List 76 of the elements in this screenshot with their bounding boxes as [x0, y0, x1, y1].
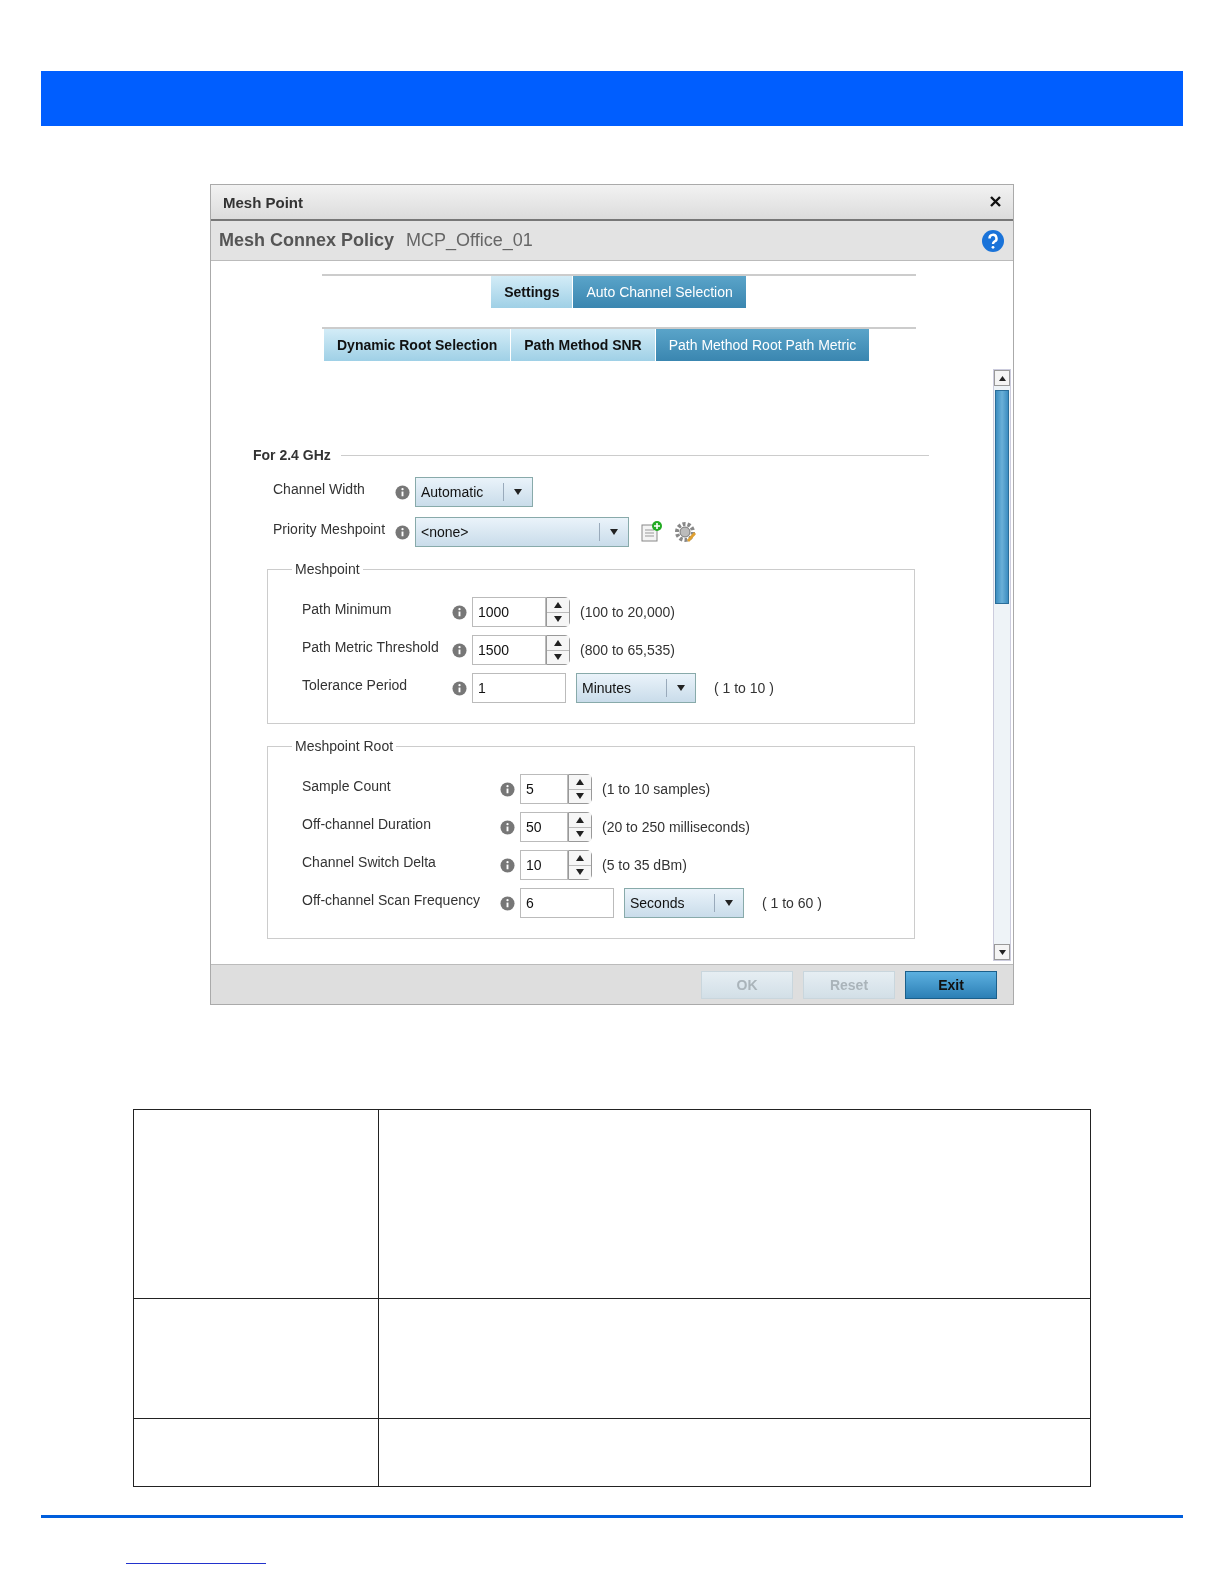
info-icon[interactable]: [500, 781, 515, 797]
dialog-button[interactable]: Exit: [905, 970, 997, 999]
info-icon[interactable]: [500, 819, 515, 835]
info-icon[interactable]: [500, 895, 515, 911]
increment-button[interactable]: [547, 598, 569, 612]
window-title: Mesh Point: [223, 193, 303, 211]
dropdown[interactable]: <none>: [415, 517, 629, 547]
add-list-icon[interactable]: [639, 520, 663, 544]
down-arrow-icon: [998, 949, 1006, 955]
info-icon[interactable]: [500, 857, 515, 873]
scroll-up-button[interactable]: [994, 370, 1010, 386]
group-title: Meshpoint Root: [294, 738, 395, 754]
section-title: For 2.4 GHz: [253, 447, 331, 463]
dropdown[interactable]: Seconds: [624, 888, 744, 918]
range-hint: ( 1 to 60 ): [762, 895, 822, 911]
up-arrow-icon: [554, 601, 562, 608]
increment-button[interactable]: [569, 775, 591, 789]
info-icon[interactable]: [452, 642, 467, 658]
input-field[interactable]: 6: [520, 888, 614, 918]
input-field[interactable]: 5: [520, 774, 568, 804]
range-hint: (1 to 10 samples): [602, 781, 711, 797]
range-hint: (20 to 250 milliseconds): [602, 819, 750, 835]
field-label: Off-channel Duration: [302, 815, 432, 832]
increment-button[interactable]: [569, 851, 591, 865]
down-arrow-icon: [554, 616, 562, 623]
field-label: Channel Switch Delta: [302, 853, 437, 870]
down-arrow-icon: [576, 869, 584, 876]
range-hint: ( 1 to 10 ): [714, 680, 774, 696]
tab[interactable]: Path Method SNR: [511, 329, 656, 361]
info-icon[interactable]: [395, 524, 410, 540]
input-field[interactable]: 1500: [472, 635, 546, 665]
input-field[interactable]: 1: [472, 673, 566, 703]
range-hint: (800 to 65,535): [580, 642, 675, 658]
tab[interactable]: Dynamic Root Selection: [324, 329, 512, 361]
help-icon[interactable]: [981, 228, 1005, 253]
field-label: Path Minimum: [302, 600, 393, 617]
range-hint: (5 to 35 dBm): [602, 857, 687, 873]
info-icon[interactable]: [452, 680, 467, 696]
range-hint: (100 to 20,000): [580, 604, 675, 620]
input-field[interactable]: 50: [520, 812, 568, 842]
field-label: Path Metric Threshold: [302, 638, 440, 655]
scroll-down-button[interactable]: [994, 944, 1010, 960]
field-label: Tolerance Period: [302, 676, 409, 693]
field-label: Off-channel Scan Frequency: [302, 891, 481, 908]
dropdown[interactable]: Automatic: [415, 477, 533, 507]
gear-icon[interactable]: [673, 520, 697, 544]
tab[interactable]: Settings: [491, 276, 574, 308]
input-field[interactable]: 10: [520, 850, 568, 880]
down-arrow-icon: [576, 793, 584, 800]
up-arrow-icon: [576, 854, 584, 861]
spinner-buttons[interactable]: [546, 635, 570, 665]
policy-label: Mesh Connex Policy: [219, 230, 395, 251]
dropdown[interactable]: Minutes: [576, 673, 696, 703]
spinner-buttons[interactable]: [568, 774, 592, 804]
down-arrow-icon: [554, 654, 562, 661]
field-label: Sample Count: [302, 777, 392, 794]
up-arrow-icon: [576, 778, 584, 785]
down-arrow-icon: [576, 831, 584, 838]
up-arrow-icon: [998, 375, 1006, 381]
spinner-buttons[interactable]: [568, 812, 592, 842]
scrollbar[interactable]: [993, 369, 1011, 961]
up-arrow-icon: [554, 639, 562, 646]
scroll-thumb[interactable]: [995, 390, 1009, 604]
info-icon[interactable]: [395, 484, 410, 500]
close-icon: [990, 196, 1001, 207]
increment-button[interactable]: [569, 813, 591, 827]
increment-button[interactable]: [547, 636, 569, 650]
spinner-buttons[interactable]: [568, 850, 592, 880]
group-title: Meshpoint: [294, 561, 361, 577]
info-icon[interactable]: [452, 604, 467, 620]
field-label: Channel Width: [273, 480, 366, 497]
up-arrow-icon: [576, 816, 584, 823]
input-field[interactable]: 1000: [472, 597, 546, 627]
policy-name: MCP_Office_01: [406, 230, 533, 251]
spinner-buttons[interactable]: [546, 597, 570, 627]
field-label: Priority Meshpoint: [273, 520, 387, 537]
